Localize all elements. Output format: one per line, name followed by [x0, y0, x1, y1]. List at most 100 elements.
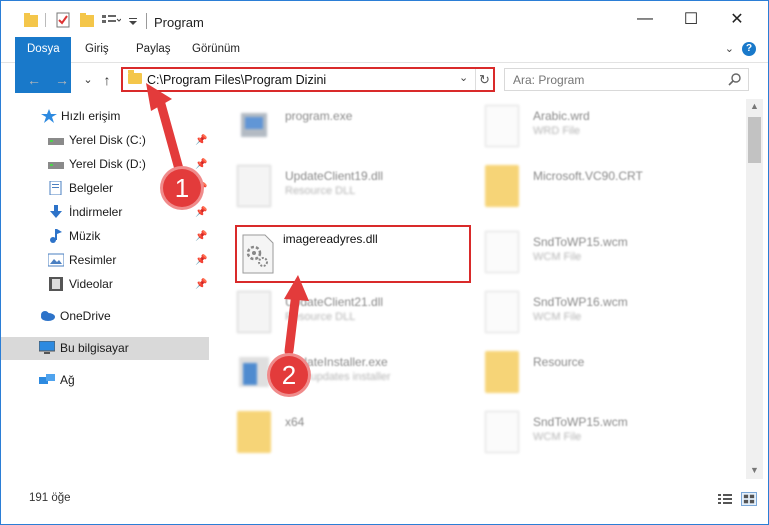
- file-name: x64: [285, 415, 305, 429]
- back-button[interactable]: ←: [25, 71, 43, 89]
- file-type: WCM File: [533, 251, 582, 263]
- ribbon-expand-icon[interactable]: ⌄: [725, 42, 734, 55]
- sidebar-item-label: Müzik: [69, 229, 101, 243]
- pin-icon: 📌: [195, 207, 208, 218]
- status-bar: 191 öğe: [1, 487, 768, 511]
- list-item[interactable]: Microsoft.VC90.CRT: [471, 159, 701, 215]
- scroll-up-icon[interactable]: ▲: [750, 101, 759, 111]
- minimize-button[interactable]: —: [622, 1, 668, 37]
- sidebar-item-pictures[interactable]: Resimler 📌: [1, 249, 209, 272]
- sidebar-item-label: İndirmeler: [69, 205, 123, 219]
- pictures-icon: [48, 253, 64, 267]
- large-icons-view-icon[interactable]: [741, 492, 757, 506]
- videos-icon: [49, 277, 63, 291]
- title-separator: [146, 13, 147, 29]
- properties-icon[interactable]: [55, 11, 71, 29]
- customize-toolbar-icon[interactable]: [101, 11, 121, 29]
- file-name: SndToWP16.wcm: [533, 295, 628, 309]
- close-button[interactable]: ✕: [714, 1, 760, 37]
- folder-icon: [237, 411, 271, 453]
- help-icon[interactable]: ?: [742, 42, 756, 56]
- window-title: Program: [154, 15, 204, 30]
- list-item[interactable]: UpdateInstaller.exe UDT updates installe…: [223, 345, 453, 401]
- sidebar-item-label: Ağ: [60, 373, 75, 387]
- file-type: Resource DLL: [285, 185, 356, 197]
- sidebar-item-label: Yerel Disk (C:): [69, 133, 146, 147]
- documents-icon: [49, 181, 62, 195]
- qa-dropdown-icon[interactable]: [128, 11, 138, 29]
- file-type: WCM File: [533, 431, 582, 443]
- folder-icon: [128, 70, 142, 84]
- sidebar-item-label: Belgeler: [69, 181, 114, 195]
- tab-home[interactable]: Giriş: [85, 37, 109, 62]
- address-path[interactable]: C:\Program Files\Program Dizini: [147, 73, 326, 87]
- file-name: UpdateClient19.dll: [285, 169, 384, 183]
- sidebar-item-this-pc[interactable]: Bu bilgisayar: [1, 337, 209, 360]
- sidebar-item-disk-c[interactable]: Yerel Disk (C:) 📌: [1, 129, 209, 152]
- address-dropdown-icon[interactable]: ⌄: [459, 71, 468, 84]
- file-name: Arabic.wrd: [533, 109, 590, 123]
- file-name: Resource: [533, 355, 585, 369]
- vertical-scrollbar[interactable]: ▲ ▼: [746, 99, 763, 479]
- recent-locations-button[interactable]: ⌄: [79, 71, 97, 89]
- ribbon-tabs: Dosya Giriş Paylaş Görünüm ⌄ ?: [1, 37, 768, 93]
- cloud-icon: [41, 311, 55, 321]
- list-item[interactable]: SndToWP15.wcm WCM File: [471, 405, 701, 461]
- details-view-icon[interactable]: [717, 492, 733, 506]
- pin-icon: 📌: [195, 135, 208, 146]
- title-bar: Program — ☐ ✕: [1, 1, 768, 37]
- sidebar-item-onedrive[interactable]: OneDrive: [1, 305, 209, 328]
- sidebar-item-network[interactable]: Ağ: [1, 369, 209, 392]
- pin-icon: 📌: [195, 255, 208, 266]
- list-item[interactable]: SndToWP16.wcm WCM File: [471, 285, 701, 341]
- drive-icon: [48, 162, 64, 169]
- list-item[interactable]: UpdateClient19.dll Resource DLL: [223, 159, 453, 215]
- exe-icon: [237, 105, 271, 147]
- sidebar-item-label: Yerel Disk (D:): [69, 157, 146, 171]
- folder-icon: [485, 165, 519, 207]
- tab-share[interactable]: Paylaş: [136, 37, 171, 62]
- pin-icon: 📌: [195, 159, 208, 170]
- file-name: SndToWP15.wcm: [533, 235, 628, 249]
- file-name: Microsoft.VC90.CRT: [533, 169, 643, 183]
- computer-icon: [39, 341, 55, 354]
- list-item[interactable]: program.exe: [223, 99, 453, 155]
- pin-icon: 📌: [195, 231, 208, 242]
- list-item[interactable]: Resource: [471, 345, 701, 401]
- list-item[interactable]: UpdateClient21.dll Resource DLL: [223, 285, 453, 341]
- document-icon: [485, 291, 519, 333]
- step-2-badge: 2: [270, 356, 308, 394]
- new-folder-icon[interactable]: [79, 11, 95, 29]
- sidebar-item-quick-access[interactable]: Hızlı erişim: [1, 105, 209, 128]
- tab-view[interactable]: Görünüm: [192, 37, 240, 62]
- scroll-thumb[interactable]: [748, 117, 761, 163]
- sidebar-item-label: Resimler: [69, 253, 117, 267]
- file-type: WCM File: [533, 311, 582, 323]
- refresh-button[interactable]: ↻: [475, 69, 493, 90]
- qa-separator: [45, 13, 46, 27]
- search-box[interactable]: [504, 68, 749, 91]
- search-input[interactable]: [505, 69, 725, 90]
- network-icon: [39, 374, 55, 384]
- star-icon: [41, 109, 57, 123]
- address-bar[interactable]: C:\Program Files\Program Dizini ⌄ ↻: [121, 67, 495, 92]
- maximize-button[interactable]: ☐: [668, 1, 714, 37]
- search-icon[interactable]: [728, 72, 742, 86]
- scroll-down-icon[interactable]: ▼: [750, 465, 759, 475]
- file-name: imagereadyres.dll: [283, 232, 378, 246]
- list-item[interactable]: SndToWP15.wcm WCM File: [471, 225, 701, 281]
- sidebar-item-label: Hızlı erişim: [61, 109, 121, 123]
- up-button[interactable]: ↑: [98, 71, 116, 89]
- list-item[interactable]: x64: [223, 405, 453, 461]
- drive-icon: [48, 138, 64, 145]
- forward-button[interactable]: →: [53, 71, 71, 89]
- file-type: WRD File: [533, 125, 581, 137]
- file-type: Resource DLL: [285, 311, 356, 323]
- list-item[interactable]: Arabic.wrd WRD File: [471, 99, 701, 155]
- sidebar-item-label: OneDrive: [60, 309, 111, 323]
- document-icon: [485, 411, 519, 453]
- file-list: program.exe UpdateClient19.dll Resource …: [223, 99, 743, 479]
- sidebar-item-videos[interactable]: Videolar 📌: [1, 273, 209, 296]
- list-item-selected[interactable]: imagereadyres.dll: [235, 225, 471, 283]
- sidebar-item-music[interactable]: Müzik 📌: [1, 225, 209, 248]
